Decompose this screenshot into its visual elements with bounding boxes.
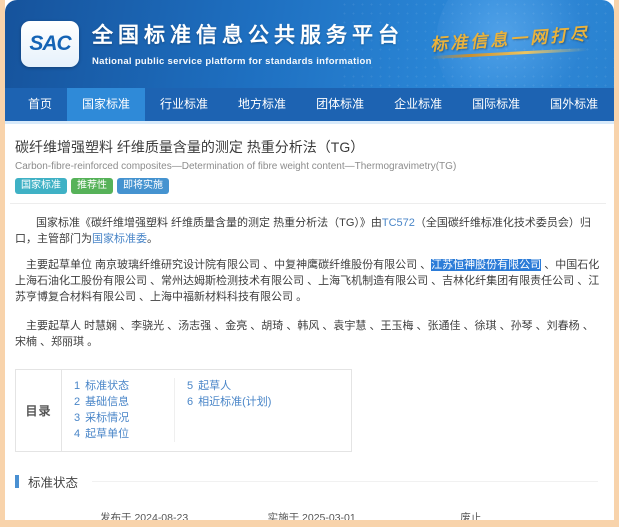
p1-text3: 。 <box>147 233 158 245</box>
timeline-label-abolished: 废止 <box>460 512 482 524</box>
sac-logo-text: SAC <box>29 32 71 55</box>
toc-column-1: 1 标准状态 2 基础信息 3 采标情况 4 起草单位 <box>62 378 174 442</box>
standard-title-en: Carbon-fibre-reinforced composites—Deter… <box>15 161 457 172</box>
nav-bottom-strip <box>5 121 614 124</box>
status-section-header: 标准状态 <box>15 472 598 491</box>
timeline-label-implemented: 实施于 2025-03-01 <box>267 512 356 524</box>
site-title: 全国标准信息公共服务平台 <box>92 24 404 47</box>
nav-item-foreign-standards[interactable]: 国外标准 <box>535 88 613 121</box>
paragraph-committee: 国家标准《碳纤维增强塑料 纤维质量含量的测定 热重分析法（TG）》由TC572（… <box>15 215 600 247</box>
standard-title-zh: 碳纤维增强塑料 纤维质量含量的测定 热重分析法（TG） <box>15 139 365 155</box>
toc-link-adoption-status[interactable]: 3 采标情况 <box>74 410 174 426</box>
tc572-link[interactable]: TC572 <box>382 217 415 229</box>
paragraph-drafters: 主要起草人 时慧娴 、李骁光 、汤志强 、金亮 、胡琦 、韩风 、袁宇慧 、王玉… <box>15 320 594 348</box>
badge-national-standard: 国家标准 <box>15 178 67 194</box>
section-rule <box>92 481 598 482</box>
nav-item-group-standards[interactable]: 团体标准 <box>301 88 379 121</box>
main-nav: 首页 国家标准 行业标准 地方标准 团体标准 企业标准 国际标准 国外标准 示范… <box>5 88 614 121</box>
toc-link-basic-info[interactable]: 2 基础信息 <box>74 394 174 410</box>
standard-badges: 国家标准 推荐性 即将实施 <box>10 178 606 194</box>
status-timeline: 发布于 2024-08-23 实施于 2025-03-01 废止 <box>22 501 590 524</box>
toc-columns: 1 标准状态 2 基础信息 3 采标情况 4 起草单位 5 起草人 6 相近标准(计划) <box>62 370 351 451</box>
toc-link-similar-standards[interactable]: 6 相近标准(计划) <box>187 394 351 410</box>
toc-link-standard-status[interactable]: 1 标准状态 <box>74 378 174 394</box>
section-accent-bar <box>15 475 19 488</box>
site-titles: 全国标准信息公共服务平台 National public service pla… <box>92 19 404 67</box>
toc-label: 目录 <box>16 370 62 451</box>
p2-text: 主要起草单位 南京玻璃纤维研究设计院有限公司 、中复神鹰碳纤维股份有限公司 、 <box>26 259 432 271</box>
badge-upcoming-implementation: 即将实施 <box>117 178 169 194</box>
p1-text: 国家标准《碳纤维增强塑料 纤维质量含量的测定 热重分析法（TG）》由 <box>36 217 382 229</box>
highlighted-company: 江苏恒神股份有限公司 <box>431 259 542 271</box>
nav-item-national-standards[interactable]: 国家标准 <box>67 88 146 121</box>
toc-link-drafters[interactable]: 5 起草人 <box>187 378 351 394</box>
site-header: SAC 全国标准信息公共服务平台 National public service… <box>5 0 614 88</box>
nav-item-international-standards[interactable]: 国际标准 <box>457 88 535 121</box>
toc-column-2: 5 起草人 6 相近标准(计划) <box>174 378 351 442</box>
title-divider <box>10 203 606 204</box>
nav-item-enterprise-standards[interactable]: 企业标准 <box>379 88 457 121</box>
nav-item-industry-standards[interactable]: 行业标准 <box>145 88 223 121</box>
sac-authority-link[interactable]: 国家标准委 <box>92 233 147 245</box>
nav-item-local-standards[interactable]: 地方标准 <box>223 88 301 121</box>
toc-link-drafting-units[interactable]: 4 起草单位 <box>74 426 174 442</box>
table-of-contents: 目录 1 标准状态 2 基础信息 3 采标情况 4 起草单位 5 起草人 6 相近标准(计划… <box>15 369 352 452</box>
badge-recommended: 推荐性 <box>71 178 113 194</box>
timeline-label-published: 发布于 2024-08-23 <box>100 512 189 524</box>
paragraph-drafting-units: 主要起草单位 南京玻璃纤维研究设计院有限公司 、中复神鹰碳纤维股份有限公司 、江… <box>15 257 600 305</box>
main-content: 碳纤维增强塑料 纤维质量含量的测定 热重分析法（TG） Carbon-fibre… <box>5 137 614 524</box>
nav-item-demonstration-pilot[interactable]: 示范试点 <box>613 88 614 121</box>
nav-item-home[interactable]: 首页 <box>13 88 67 121</box>
status-section-title: 标准状态 <box>28 476 79 490</box>
site-subtitle: National public service platform for sta… <box>92 56 372 67</box>
intro-paragraphs: 国家标准《碳纤维增强塑料 纤维质量含量的测定 热重分析法（TG）》由TC572（… <box>10 215 606 350</box>
page: SAC 全国标准信息公共服务平台 National public service… <box>0 0 619 527</box>
sac-logo[interactable]: SAC <box>21 21 79 67</box>
